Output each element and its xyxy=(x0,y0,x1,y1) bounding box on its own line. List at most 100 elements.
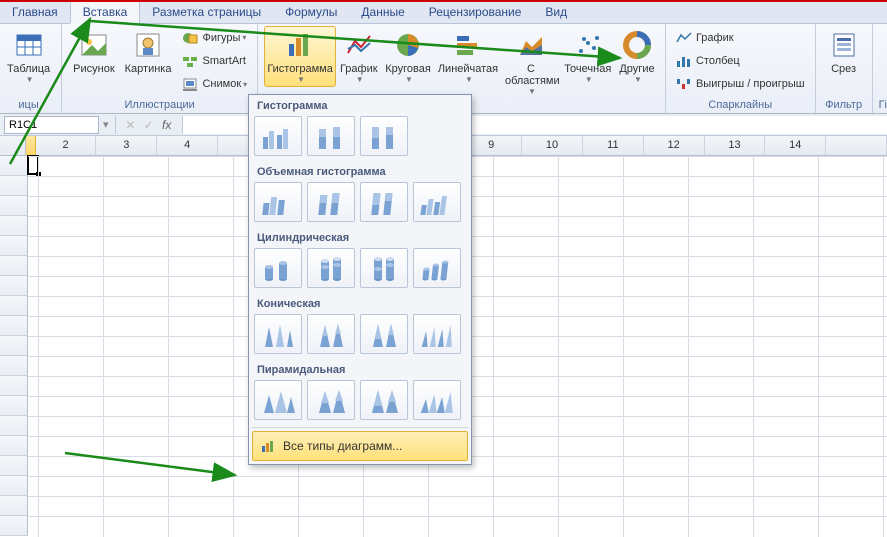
chart-type-cylinder-clustered[interactable] xyxy=(254,248,302,288)
all-charts-icon xyxy=(261,438,277,454)
chart-type-pyramid-clustered[interactable] xyxy=(254,380,302,420)
bar-chart-icon xyxy=(452,29,484,61)
group-label-tables: ицы xyxy=(2,97,55,113)
column-chart-dropdown: Гистограмма Объемная гистограмма Цилиндр… xyxy=(248,94,472,465)
tab-page-layout[interactable]: Разметка страницы xyxy=(140,2,273,23)
sparkline-column-button[interactable]: Столбец xyxy=(672,52,809,70)
chart-type-100stacked-column[interactable] xyxy=(360,116,408,156)
chart-type-3d-stacked-column[interactable] xyxy=(307,182,355,222)
row-header[interactable] xyxy=(0,216,28,236)
fx-icon[interactable]: fx xyxy=(158,118,176,132)
column-header[interactable]: 4 xyxy=(157,136,218,155)
row-header[interactable] xyxy=(0,476,28,496)
column-header[interactable]: 10 xyxy=(522,136,583,155)
row-header[interactable] xyxy=(0,296,28,316)
tab-review[interactable]: Рецензирование xyxy=(417,2,534,23)
chart-type-3d-clustered-column[interactable] xyxy=(254,182,302,222)
picture-icon xyxy=(78,29,110,61)
row-header[interactable] xyxy=(0,356,28,376)
chart-type-pyramid-100stacked[interactable] xyxy=(360,380,408,420)
tab-home[interactable]: Главная xyxy=(0,2,70,23)
row-header[interactable] xyxy=(0,316,28,336)
slicer-button[interactable]: Срез xyxy=(822,26,866,78)
column-header[interactable] xyxy=(26,136,35,155)
column-header[interactable]: 14 xyxy=(765,136,826,155)
picture-button[interactable]: Рисунок xyxy=(68,26,120,78)
column-header[interactable]: 3 xyxy=(96,136,157,155)
sparkline-line-button[interactable]: График xyxy=(672,29,809,47)
scatter-chart-button[interactable]: Точечная▼ xyxy=(561,26,615,87)
chart-type-cylinder-3d[interactable] xyxy=(413,248,461,288)
row-header[interactable] xyxy=(0,276,28,296)
column-chart-icon xyxy=(284,29,316,61)
row-header[interactable] xyxy=(0,436,28,456)
column-header[interactable] xyxy=(826,136,887,155)
table-button[interactable]: Таблица ▼ xyxy=(2,26,55,87)
name-box-input[interactable] xyxy=(4,116,99,134)
chart-type-cone-clustered[interactable] xyxy=(254,314,302,354)
chevron-down-icon: ▾ xyxy=(242,33,246,42)
shapes-icon xyxy=(182,30,198,46)
row-header[interactable] xyxy=(0,376,28,396)
chart-type-clustered-column[interactable] xyxy=(254,116,302,156)
area-chart-button[interactable]: С областями▼ xyxy=(501,26,560,99)
column-header[interactable]: 2 xyxy=(36,136,97,155)
clipart-button[interactable]: Картинка xyxy=(120,26,177,78)
sparkline-line-icon xyxy=(676,30,692,46)
row-header[interactable] xyxy=(0,336,28,356)
group-label-filter: Фильтр xyxy=(822,97,866,113)
row-header[interactable] xyxy=(0,176,28,196)
chart-type-3d-column[interactable] xyxy=(413,182,461,222)
row-header[interactable] xyxy=(0,456,28,476)
line-chart-button[interactable]: График▼ xyxy=(336,26,381,87)
row-header[interactable] xyxy=(0,196,28,216)
select-all-cell[interactable] xyxy=(0,136,26,155)
row-header[interactable] xyxy=(0,416,28,436)
dropdown-section-title: Коническая xyxy=(249,293,471,314)
row-header[interactable] xyxy=(0,396,28,416)
pie-chart-button[interactable]: Круговая▼ xyxy=(381,26,434,87)
chart-type-pyramid-3d[interactable] xyxy=(413,380,461,420)
smartart-button[interactable]: SmartArt xyxy=(178,52,251,70)
sparkline-winloss-button[interactable]: Выигрыш / проигрыш xyxy=(672,75,809,93)
tab-view[interactable]: Вид xyxy=(533,2,579,23)
row-header[interactable] xyxy=(0,496,28,516)
column-header[interactable]: 13 xyxy=(705,136,766,155)
column-header[interactable]: 12 xyxy=(644,136,705,155)
chevron-down-icon: ▼ xyxy=(356,75,364,84)
tab-insert[interactable]: Вставка xyxy=(70,2,141,24)
slicer-icon xyxy=(828,29,860,61)
chevron-down-icon: ▼ xyxy=(297,75,305,84)
chart-type-3d-100stacked-column[interactable] xyxy=(360,182,408,222)
chart-type-cone-3d[interactable] xyxy=(413,314,461,354)
row-header[interactable] xyxy=(0,156,28,176)
chevron-down-icon: ▼ xyxy=(465,75,473,84)
chart-type-cylinder-100stacked[interactable] xyxy=(360,248,408,288)
other-charts-button[interactable]: Другие▼ xyxy=(615,26,659,87)
chart-type-pyramid-stacked[interactable] xyxy=(307,380,355,420)
ribbon-tabs: Главная Вставка Разметка страницы Формул… xyxy=(0,2,887,24)
row-header[interactable] xyxy=(0,516,28,536)
sparkline-column-icon xyxy=(676,53,692,69)
dropdown-section-title: Объемная гистограмма xyxy=(249,161,471,182)
all-chart-types-button[interactable]: Все типы диаграмм... xyxy=(252,431,468,461)
row-header[interactable] xyxy=(0,256,28,276)
namebox-dropdown-icon[interactable]: ▾ xyxy=(103,118,109,131)
shapes-button[interactable]: Фигуры▾ xyxy=(178,29,251,47)
table-icon xyxy=(13,29,45,61)
screenshot-button[interactable]: Снимок▾ xyxy=(178,75,251,93)
column-header[interactable]: 11 xyxy=(583,136,644,155)
accept-formula-icon[interactable]: ✓ xyxy=(140,118,158,132)
chart-type-cylinder-stacked[interactable] xyxy=(307,248,355,288)
tab-formulas[interactable]: Формулы xyxy=(273,2,349,23)
scatter-chart-icon xyxy=(572,29,604,61)
cancel-formula-icon[interactable]: ✕ xyxy=(122,118,140,132)
bar-chart-button[interactable]: Линейчатая▼ xyxy=(435,26,502,87)
pie-chart-icon xyxy=(392,29,424,61)
chart-type-stacked-column[interactable] xyxy=(307,116,355,156)
chart-type-cone-100stacked[interactable] xyxy=(360,314,408,354)
column-chart-button[interactable]: Гистограмма ▼ xyxy=(264,26,336,87)
chart-type-cone-stacked[interactable] xyxy=(307,314,355,354)
tab-data[interactable]: Данные xyxy=(349,2,416,23)
row-header[interactable] xyxy=(0,236,28,256)
